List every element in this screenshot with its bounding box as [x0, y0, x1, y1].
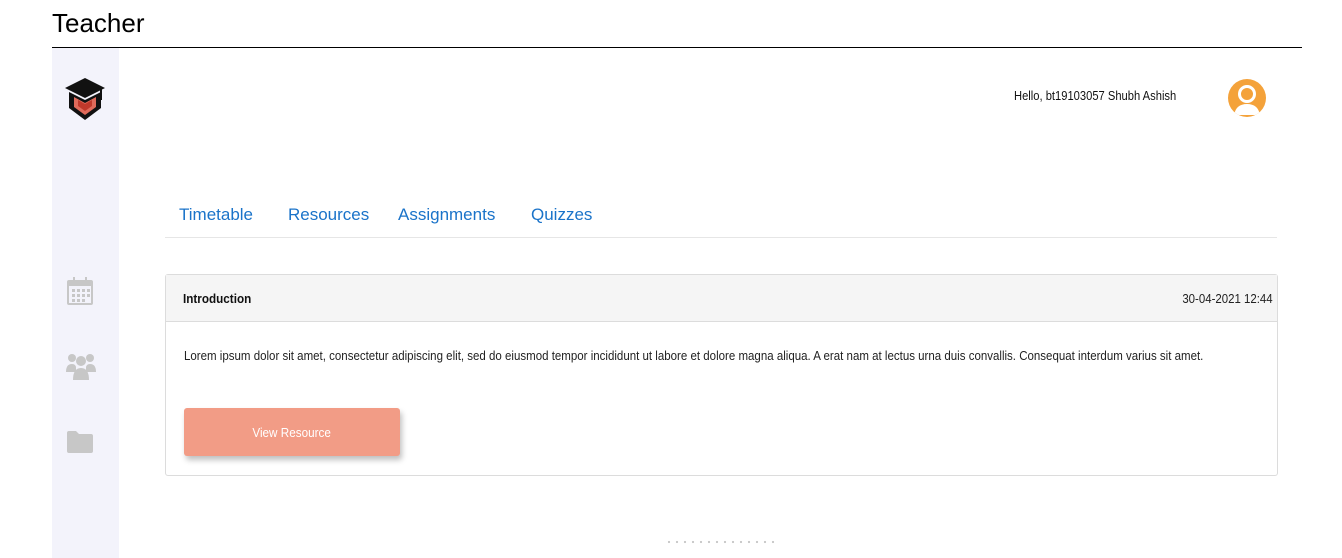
view-resource-button[interactable]: View Resource: [184, 408, 400, 456]
folder-icon[interactable]: [66, 430, 94, 458]
resource-card-header: Introduction 30-04-2021 12:44: [166, 275, 1277, 322]
resource-date: 30-04-2021 12:44: [1182, 291, 1273, 306]
tab-quizzes[interactable]: Quizzes: [531, 205, 592, 225]
sidebar: [52, 48, 119, 558]
tab-assignments[interactable]: Assignments: [398, 205, 495, 225]
resource-title: Introduction: [183, 291, 252, 306]
tab-timetable[interactable]: Timetable: [179, 205, 253, 225]
view-resource-label: View Resource: [252, 424, 332, 440]
group-icon[interactable]: [66, 352, 96, 380]
graduation-cap-logo-icon[interactable]: [64, 76, 106, 124]
resource-description: Lorem ipsum dolor sit amet, consectetur …: [184, 348, 1204, 363]
tab-resources[interactable]: Resources: [288, 205, 369, 225]
loading-dots: [665, 540, 780, 544]
title-divider: [52, 47, 1302, 48]
tab-bar: Timetable Resources Assignments Quizzes: [165, 205, 1277, 238]
resource-card: Introduction 30-04-2021 12:44 Lorem ipsu…: [165, 274, 1278, 476]
calendar-icon[interactable]: [66, 276, 94, 305]
user-avatar-icon[interactable]: [1228, 79, 1266, 117]
greeting-text: Hello, bt19103057 Shubh Ashish: [1014, 88, 1177, 103]
page-title: Teacher: [52, 8, 145, 38]
